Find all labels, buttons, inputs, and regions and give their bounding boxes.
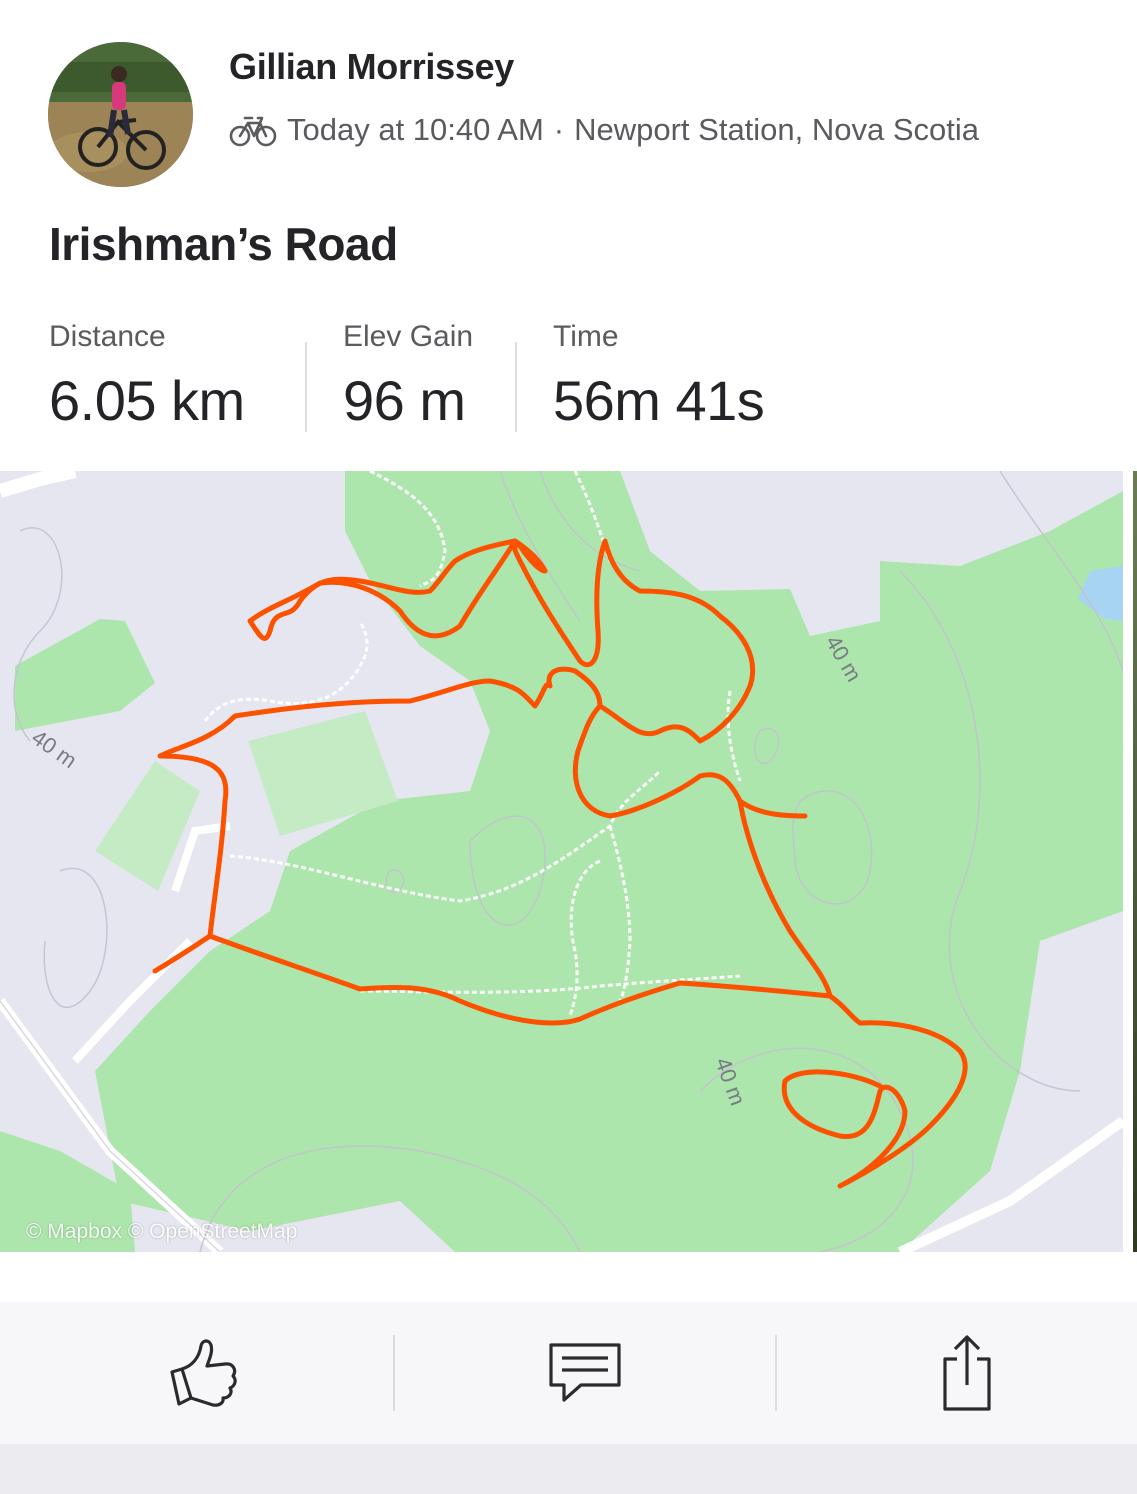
activity-meta: Today at 10:40 AM · Newport Station, Nov… — [229, 108, 979, 152]
route-map[interactable]: 40 m 40 m 40 m © Mapbox © OpenStreetMap — [0, 471, 1123, 1252]
stat-value: 96 m — [343, 369, 466, 432]
map-canvas: 40 m 40 m 40 m — [0, 471, 1123, 1252]
stat-value: 56m 41s — [553, 369, 765, 432]
activity-header: Gillian Morrissey Today at 10:40 AM · Ne… — [0, 0, 1137, 200]
activity-stats: Distance 6.05 km Elev Gain 96 m Time 56m… — [0, 318, 1137, 438]
share-icon — [943, 1335, 991, 1411]
stat-value: 6.05 km — [49, 369, 245, 432]
avatar[interactable] — [48, 42, 193, 187]
share-button[interactable] — [777, 1302, 1137, 1444]
thumbs-up-icon — [170, 1339, 237, 1407]
bike-icon — [229, 116, 277, 147]
feed-separator — [0, 1444, 1137, 1494]
activity-title[interactable]: Irishman’s Road — [49, 217, 398, 271]
stat-label: Distance — [49, 320, 166, 353]
comment-icon — [549, 1343, 621, 1402]
stat-elev-gain: Elev Gain 96 m — [343, 318, 473, 433]
stat-divider — [515, 342, 517, 432]
stat-label: Time — [553, 320, 619, 353]
meta-separator: · — [553, 112, 565, 147]
comment-button[interactable] — [395, 1302, 775, 1444]
avatar-photo — [48, 42, 193, 187]
activity-timestamp: Today at 10:40 AM — [287, 112, 544, 147]
kudos-button[interactable] — [14, 1302, 394, 1444]
stat-divider — [305, 342, 307, 432]
stat-label: Elev Gain — [343, 320, 474, 353]
next-card-peek — [1133, 471, 1137, 1252]
action-bar — [0, 1302, 1137, 1444]
map-attribution[interactable]: © Mapbox © OpenStreetMap — [26, 1220, 297, 1244]
stat-distance: Distance 6.05 km — [49, 318, 245, 433]
activity-location: Newport Station, Nova Scotia — [574, 112, 980, 147]
stat-time: Time 56m 41s — [553, 318, 765, 433]
athlete-name[interactable]: Gillian Morrissey — [229, 46, 514, 88]
